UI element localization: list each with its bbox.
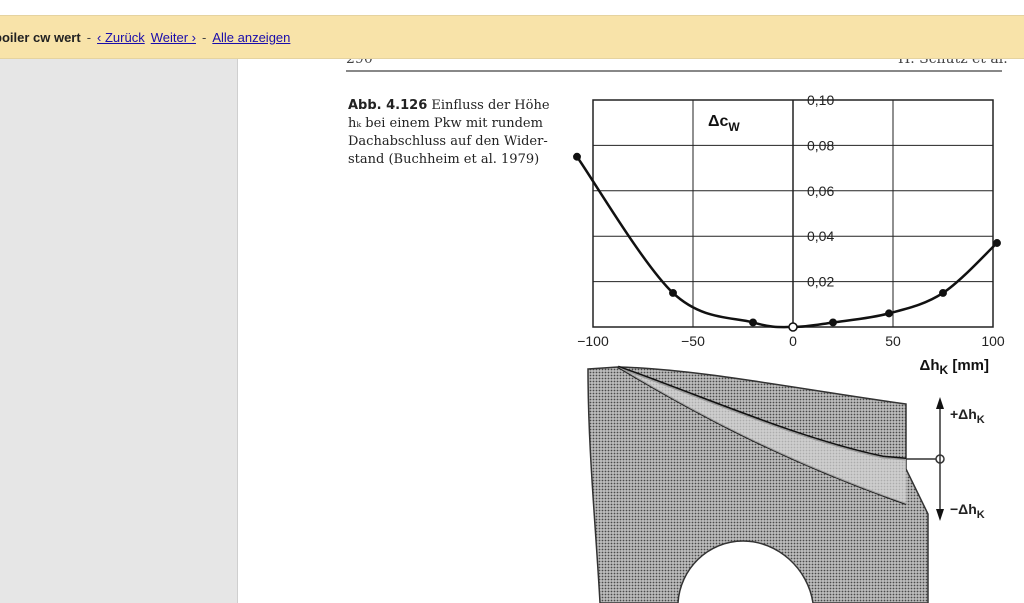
left-sidebar (0, 59, 238, 603)
x-tick-label: −50 (681, 333, 705, 349)
arrow-up-icon (936, 397, 944, 409)
data-point (939, 289, 947, 297)
show-all-link[interactable]: Alle anzeigen (212, 30, 290, 45)
arrow-down-icon (936, 509, 944, 521)
x-tick-label: −100 (577, 333, 609, 349)
search-query-text: poiler cw wert (0, 29, 81, 45)
data-point (993, 239, 1001, 247)
car-roof-diagram: +ΔhK −ΔhK (587, 365, 985, 603)
figure-graphic: 0,02 0,04 0,06 0,08 0,10 −100 −50 0 50 100 ΔcW ΔhK … (573, 92, 1005, 603)
separator: - (86, 29, 92, 45)
y-tick-label: 0,08 (807, 137, 834, 153)
data-point (885, 309, 893, 318)
x-axis-label: ΔhK [mm] (920, 357, 989, 377)
previous-link[interactable]: ‹ Zurück (97, 30, 145, 45)
y-axis-label: ΔcW (708, 113, 740, 134)
y-tick-label: 0,06 (807, 183, 834, 199)
browser-top-strip (0, 0, 1024, 15)
data-point (829, 318, 837, 327)
chart: 0,02 0,04 0,06 0,08 0,10 −100 −50 0 50 100 ΔcW ΔhK … (573, 92, 1005, 377)
search-highlight-bar: poiler cw wert - ‹ Zurück Weiter › - All… (0, 15, 1024, 59)
x-tick-label: 50 (885, 333, 901, 349)
x-tick-label: 0 (789, 333, 797, 349)
origin-point (788, 322, 798, 332)
data-point (573, 152, 581, 161)
minus-delta-h-label: −ΔhK (950, 501, 985, 521)
y-tick-label: 0,10 (807, 92, 834, 108)
y-tick-label: 0,04 (807, 228, 834, 244)
document-page[interactable]: 290 H. Schütz et al. Abb. 4.126 Einfluss… (238, 59, 1024, 603)
separator: - (201, 29, 207, 45)
next-link[interactable]: Weiter › (151, 30, 196, 45)
data-point (749, 318, 757, 327)
plus-delta-h-label: +ΔhK (950, 406, 985, 426)
series-curve (575, 156, 998, 329)
x-tick-label: 100 (981, 333, 1005, 349)
data-point (669, 289, 677, 297)
y-tick-label: 0,02 (807, 274, 834, 290)
